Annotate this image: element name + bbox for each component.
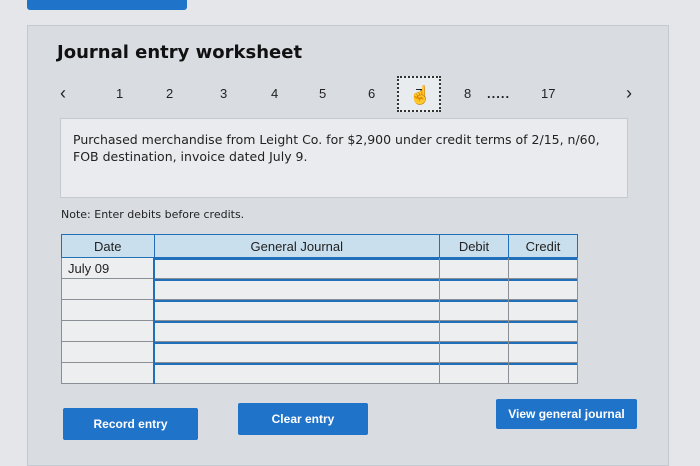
entry-note: Note: Enter debits before credits. — [61, 208, 245, 221]
date-cell[interactable] — [61, 299, 155, 321]
top-tab-indicator — [27, 0, 187, 10]
page-1[interactable]: 1 — [116, 86, 123, 101]
debit-input[interactable] — [439, 299, 509, 321]
credit-input[interactable] — [508, 341, 578, 363]
general-journal-column-header: General Journal — [153, 234, 440, 258]
account-input[interactable] — [153, 341, 440, 363]
clear-entry-button[interactable]: Clear entry — [238, 403, 368, 435]
date-cell[interactable]: July 09 — [61, 257, 155, 279]
page-4[interactable]: 4 — [271, 86, 278, 101]
date-cell[interactable] — [61, 278, 155, 300]
account-input[interactable] — [153, 299, 440, 321]
prev-arrow-icon[interactable]: ‹ — [60, 83, 66, 104]
debit-input[interactable] — [439, 257, 509, 279]
page-6[interactable]: 6 — [368, 86, 375, 101]
table-row — [61, 341, 578, 363]
page-5[interactable]: 5 — [319, 86, 326, 101]
journal-entry-table: Date General Journal Debit Credit July 0… — [61, 234, 578, 384]
debit-input[interactable] — [439, 278, 509, 300]
date-column-header: Date — [61, 234, 155, 258]
worksheet-panel: Journal entry worksheet ‹ 1 2 3 4 5 6 7 … — [27, 25, 669, 466]
debit-input[interactable] — [439, 320, 509, 342]
table-row — [61, 299, 578, 321]
date-cell[interactable] — [61, 320, 155, 342]
credit-input[interactable] — [508, 299, 578, 321]
pager-ellipsis: ..... — [487, 86, 511, 101]
record-entry-button[interactable]: Record entry — [63, 408, 198, 440]
page-2[interactable]: 2 — [166, 86, 173, 101]
account-input[interactable] — [153, 257, 440, 279]
date-cell[interactable] — [61, 362, 155, 384]
table-row — [61, 278, 578, 300]
credit-input[interactable] — [508, 320, 578, 342]
page-3[interactable]: 3 — [220, 86, 227, 101]
page-17[interactable]: 17 — [541, 86, 555, 101]
debit-input[interactable] — [439, 341, 509, 363]
page-8[interactable]: 8 — [464, 86, 471, 101]
table-row: July 09 — [61, 257, 578, 279]
debit-column-header: Debit — [439, 234, 509, 258]
account-input[interactable] — [153, 320, 440, 342]
credit-input[interactable] — [508, 362, 578, 384]
table-row — [61, 320, 578, 342]
transaction-prompt: Purchased merchandise from Leight Co. fo… — [60, 118, 628, 198]
account-input[interactable] — [153, 362, 440, 384]
table-row — [61, 362, 578, 384]
debit-input[interactable] — [439, 362, 509, 384]
credit-input[interactable] — [508, 278, 578, 300]
credit-input[interactable] — [508, 257, 578, 279]
account-input[interactable] — [153, 278, 440, 300]
page-7-current[interactable]: 7 ☝ — [397, 76, 441, 112]
next-arrow-icon[interactable]: › — [626, 83, 632, 104]
record-entry-label: Record entry — [93, 417, 168, 431]
clear-entry-label: Clear entry — [271, 412, 335, 426]
hand-cursor-icon: ☝ — [409, 85, 432, 105]
credit-column-header: Credit — [508, 234, 578, 258]
page-title: Journal entry worksheet — [57, 42, 303, 63]
date-cell[interactable] — [61, 341, 155, 363]
pager: ‹ 1 2 3 4 5 6 7 ☝ 8 ..... 17 › — [28, 76, 668, 112]
view-general-journal-label: View general journal — [508, 407, 625, 421]
view-general-journal-button[interactable]: View general journal — [496, 399, 637, 429]
